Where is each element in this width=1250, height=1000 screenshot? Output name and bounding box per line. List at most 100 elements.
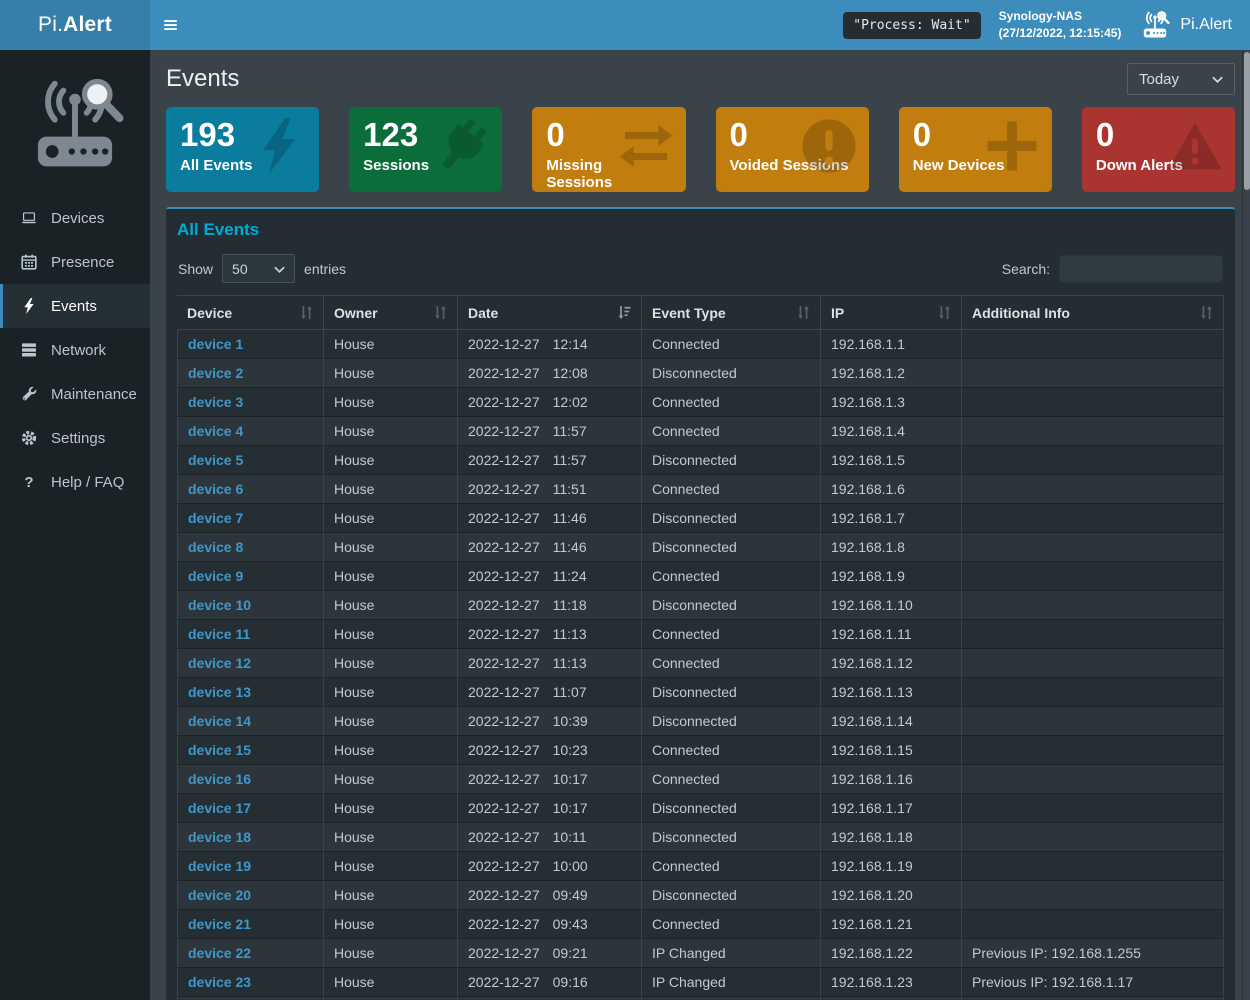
table-row: device 6 House 2022-12-2711:51 Connected…: [177, 475, 1224, 504]
device-link[interactable]: device 11: [188, 626, 250, 642]
sidebar-item[interactable]: Maintenance: [0, 372, 150, 416]
owner-cell: House: [324, 707, 458, 736]
sidebar: Devices Presence Events Network Maintena…: [0, 50, 150, 1000]
additional-info-cell: Previous IP: 192.168.1.255: [962, 939, 1224, 968]
sidebar-item[interactable]: ? Help / FAQ: [0, 460, 150, 504]
table-header-row: Device Owner: [177, 295, 1224, 330]
table-row: device 10 House 2022-12-2711:18 Disconne…: [177, 591, 1224, 620]
owner-cell: House: [324, 388, 458, 417]
table-row: device 20 House 2022-12-2709:49 Disconne…: [177, 881, 1224, 910]
owner-cell: House: [324, 736, 458, 765]
date-cell: 2022-12-2711:57: [458, 446, 642, 475]
owner-cell: House: [324, 881, 458, 910]
device-link[interactable]: device 17: [188, 800, 251, 816]
additional-info-cell: [962, 446, 1224, 475]
host-info: Synology-NAS (27/12/2022, 12:15:45): [999, 8, 1122, 42]
device-link[interactable]: device 9: [188, 568, 243, 584]
gear-icon: [20, 430, 38, 446]
device-link[interactable]: device 18: [188, 829, 251, 845]
column-header-label: Date: [468, 305, 498, 321]
device-link[interactable]: device 7: [188, 510, 243, 526]
event-type-cell: Connected: [642, 388, 821, 417]
search-input[interactable]: [1059, 255, 1223, 283]
date-cell: 2022-12-2710:17: [458, 765, 642, 794]
date-cell: 2022-12-2710:39: [458, 707, 642, 736]
app-logo[interactable]: Pi.Alert: [0, 0, 150, 50]
sidebar-item-label: Network: [51, 342, 106, 359]
date-cell: 2022-12-2709:16: [458, 968, 642, 997]
table-row: device 12 House 2022-12-2711:13 Connecte…: [177, 649, 1224, 678]
owner-cell: House: [324, 591, 458, 620]
summary-card[interactable]: 0 New Devices: [899, 107, 1052, 192]
additional-info-cell: [962, 707, 1224, 736]
host-name: Synology-NAS: [999, 8, 1122, 25]
scrollbar-thumb[interactable]: [1244, 52, 1250, 190]
column-header[interactable]: Date: [458, 295, 642, 330]
device-link[interactable]: device 8: [188, 539, 243, 555]
device-link[interactable]: device 5: [188, 452, 243, 468]
event-type-cell: Disconnected: [642, 823, 821, 852]
device-link[interactable]: device 20: [188, 887, 251, 903]
device-link[interactable]: device 16: [188, 771, 251, 787]
device-link[interactable]: device 4: [188, 423, 243, 439]
events-table: Device Owner: [177, 295, 1224, 1000]
sidebar-item[interactable]: Network: [0, 328, 150, 372]
summary-card[interactable]: 123 Sessions: [349, 107, 502, 192]
device-link[interactable]: device 1: [188, 336, 243, 352]
sidebar-item[interactable]: Devices: [0, 196, 150, 240]
event-type-cell: Connected: [642, 475, 821, 504]
table-row: device 4 House 2022-12-2711:57 Connected…: [177, 417, 1224, 446]
column-header[interactable]: Event Type: [642, 295, 821, 330]
ip-cell: 192.168.1.14: [821, 707, 962, 736]
column-header[interactable]: Device: [177, 295, 324, 330]
column-header-label: Owner: [334, 305, 378, 321]
device-link[interactable]: device 19: [188, 858, 251, 874]
device-link[interactable]: device 23: [188, 974, 251, 990]
device-link[interactable]: device 12: [188, 655, 251, 671]
column-header-label: Event Type: [652, 305, 726, 321]
column-header[interactable]: IP: [821, 295, 962, 330]
summary-card[interactable]: 0 Missing Sessions: [532, 107, 685, 192]
sidebar-item[interactable]: Presence: [0, 240, 150, 284]
owner-cell: House: [324, 417, 458, 446]
router-search-icon: [1139, 10, 1171, 40]
server-icon: [20, 342, 38, 358]
summary-cards: 193 All Events 123 Sessions 0 Missing Se…: [166, 107, 1235, 192]
vertical-scrollbar: [1242, 50, 1250, 1000]
event-type-cell: Disconnected: [642, 591, 821, 620]
page-length-value: 50: [232, 261, 248, 277]
column-header[interactable]: Additional Info: [962, 295, 1224, 330]
device-link[interactable]: device 22: [188, 945, 251, 961]
sidebar-item[interactable]: Events: [0, 284, 150, 328]
additional-info-cell: [962, 475, 1224, 504]
date-cell: 2022-12-2710:00: [458, 852, 642, 881]
sidebar-item[interactable]: Settings: [0, 416, 150, 460]
main-content: Events Today 193 All Events 123 Sessions…: [150, 50, 1242, 1000]
top-bar: Pi.Alert "Process: Wait" Synology-NAS (2…: [0, 0, 1250, 50]
event-type-cell: Disconnected: [642, 533, 821, 562]
table-row: device 19 House 2022-12-2710:00 Connecte…: [177, 852, 1224, 881]
summary-card[interactable]: 0 Down Alerts: [1082, 107, 1235, 192]
date-cell: 2022-12-2712:02: [458, 388, 642, 417]
device-link[interactable]: device 3: [188, 394, 243, 410]
column-header[interactable]: Owner: [324, 295, 458, 330]
period-select[interactable]: Today: [1127, 63, 1235, 95]
owner-cell: House: [324, 852, 458, 881]
ip-cell: 192.168.1.22: [821, 939, 962, 968]
device-link[interactable]: device 6: [188, 481, 243, 497]
date-cell: 2022-12-2712:14: [458, 330, 642, 359]
device-link[interactable]: device 10: [188, 597, 251, 613]
table-row: device 2 House 2022-12-2712:08 Disconnec…: [177, 359, 1224, 388]
ip-cell: 192.168.1.7: [821, 504, 962, 533]
hamburger-icon[interactable]: [164, 19, 184, 31]
device-link[interactable]: device 15: [188, 742, 251, 758]
additional-info-cell: [962, 562, 1224, 591]
device-link[interactable]: device 13: [188, 684, 251, 700]
page-length-select[interactable]: 50: [222, 254, 295, 283]
ip-cell: 192.168.1.5: [821, 446, 962, 475]
device-link[interactable]: device 21: [188, 916, 251, 932]
device-link[interactable]: device 2: [188, 365, 243, 381]
device-link[interactable]: device 14: [188, 713, 251, 729]
summary-card[interactable]: 0 Voided Sessions: [716, 107, 869, 192]
summary-card[interactable]: 193 All Events: [166, 107, 319, 192]
